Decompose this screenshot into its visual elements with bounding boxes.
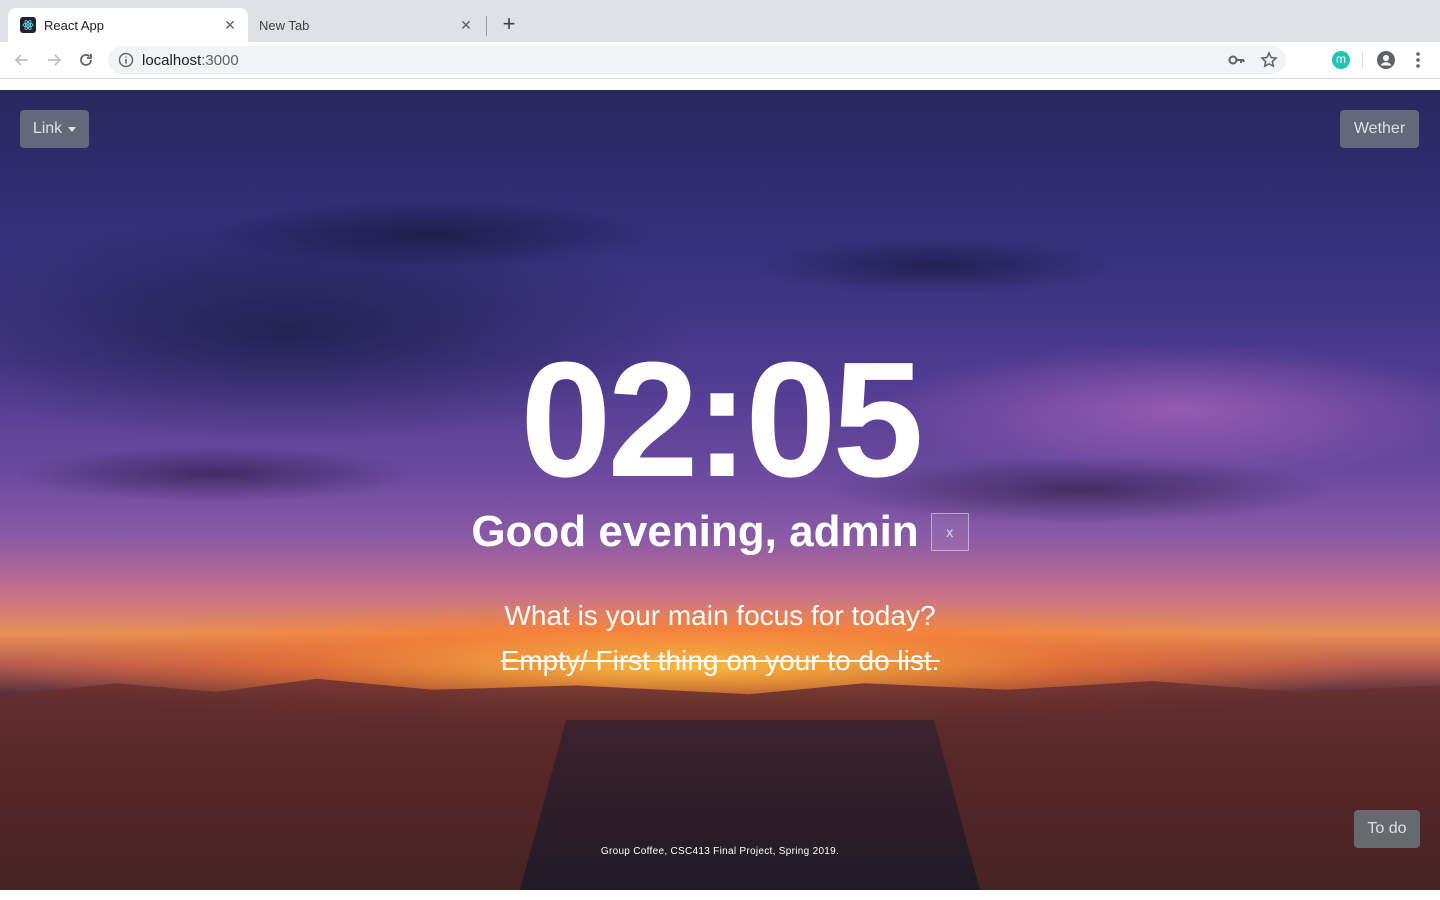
key-icon[interactable] [1228,52,1246,68]
more-menu-icon[interactable] [1410,50,1426,70]
tab-title: React App [44,17,104,33]
browser-tabstrip: React App ✕ New Tab ✕ + [0,0,1440,42]
tab-new-tab[interactable]: New Tab ✕ [248,8,484,42]
clock-time: 02:05 [520,328,923,511]
caret-down-icon [68,126,77,132]
weather-button[interactable]: Wether [1340,110,1419,148]
back-icon[interactable] [10,48,34,72]
browser-toolbar: localhost:3000 m [0,42,1440,79]
tab-react-app[interactable]: React App ✕ [8,8,248,42]
forward-icon[interactable] [42,48,66,72]
close-icon[interactable]: ✕ [458,17,474,33]
address-bar[interactable]: localhost:3000 [108,46,1286,74]
dropdown-label: Link [32,120,63,137]
bottom-strip [0,890,1440,900]
close-icon[interactable]: ✕ [222,17,238,33]
greeting-row: Good evening, admin x [0,504,1440,560]
page-background: Link Wether 02:05 Good evening, admin x … [0,90,1440,890]
extension-icon[interactable]: m [1332,51,1350,69]
url-text: localhost:3000 [142,52,239,69]
new-tab-button[interactable]: + [498,13,520,35]
canyon-shadow [520,720,980,890]
greeting-close-button[interactable]: x [930,513,969,551]
profile-icon[interactable] [1376,50,1396,70]
todo-button[interactable]: To do [1354,810,1420,848]
info-icon[interactable] [118,52,134,68]
greeting-text: Good evening, admin [471,507,919,556]
react-icon [20,17,36,33]
focus-item[interactable]: Empty/ First thing on your to do list. [0,645,1440,677]
star-icon[interactable] [1260,51,1278,69]
reload-icon[interactable] [74,48,98,72]
link-dropdown-button[interactable]: Link [20,110,89,148]
footer-credit: Group Coffee, CSC413 Final Project, Spri… [600,846,840,857]
tab-divider [486,16,487,36]
tab-title: New Tab [259,17,310,33]
focus-question: What is your main focus for today? [504,600,936,631]
toolbar-divider [1362,52,1363,68]
